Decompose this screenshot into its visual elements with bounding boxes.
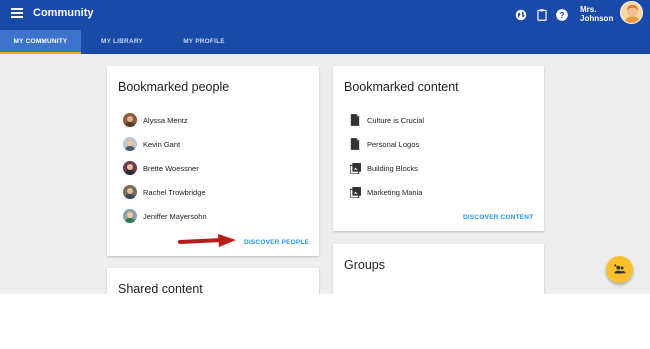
svg-text:?: ?: [560, 11, 565, 20]
avatar: [123, 113, 137, 127]
bookmarked-people-card: Bookmarked people Alyssa Mentz Kevin Gan…: [107, 66, 319, 256]
tab-bar: MY COMMUNITY MY LIBRARY MY PROFILE: [0, 30, 650, 54]
person-row[interactable]: Alyssa Mentz: [123, 111, 188, 129]
document-icon: [349, 113, 361, 127]
content-name: Building Blocks: [367, 163, 418, 173]
globe-icon[interactable]: [514, 8, 528, 22]
person-row[interactable]: Kevin Gant: [123, 135, 180, 153]
avatar: [123, 185, 137, 199]
content-name: Personal Logos: [367, 139, 420, 149]
content-row[interactable]: Building Blocks: [349, 159, 418, 177]
discover-content-link[interactable]: DISCOVER CONTENT: [463, 214, 533, 221]
user-name[interactable]: Mrs. Johnson: [580, 5, 613, 23]
image-collection-icon: [349, 185, 361, 199]
person-name: Alyssa Mentz: [143, 115, 188, 125]
person-row[interactable]: Jeniffer Mayersohn: [123, 207, 207, 225]
document-icon: [349, 137, 361, 151]
person-name: Kevin Gant: [143, 139, 181, 149]
arrow-annotation: [178, 234, 236, 247]
content-row[interactable]: Culture is Crucial: [349, 111, 424, 129]
avatar: [123, 137, 137, 151]
content-name: Culture is Crucial: [367, 115, 425, 125]
content-row[interactable]: Personal Logos: [349, 135, 419, 153]
discover-people-link[interactable]: DISCOVER PEOPLE: [244, 239, 309, 246]
content-row[interactable]: Marketing Mania: [349, 183, 422, 201]
bookmarked-content-card: Bookmarked content Culture is Crucial Pe…: [333, 66, 544, 231]
bookmarked-content-title: Bookmarked content: [344, 80, 459, 94]
tab-my-profile[interactable]: MY PROFILE: [168, 30, 240, 54]
person-name: Brette Woessner: [143, 163, 199, 173]
help-icon[interactable]: ?: [555, 8, 569, 22]
groups-card: Groups: [333, 244, 544, 294]
groups-title: Groups: [344, 258, 385, 272]
menu-icon[interactable]: [11, 8, 23, 20]
content-name: Marketing Mania: [367, 187, 423, 197]
person-row[interactable]: Rachel Trowbridge: [123, 183, 206, 201]
user-avatar[interactable]: [620, 1, 643, 24]
avatar: [123, 209, 137, 223]
top-app-bar: Community ? Mrs. Johnson: [0, 0, 650, 30]
person-row[interactable]: Brette Woessner: [123, 159, 199, 177]
person-name: Jeniffer Mayersohn: [143, 211, 207, 221]
shared-content-card: Shared content: [107, 268, 319, 294]
community-app: Community ? Mrs. Johnson MY COMMUNITY MY…: [0, 0, 650, 294]
bookmarked-people-title: Bookmarked people: [118, 80, 230, 94]
avatar: [123, 161, 137, 175]
add-group-fab[interactable]: [606, 256, 633, 283]
person-name: Rachel Trowbridge: [143, 187, 206, 197]
tab-my-community[interactable]: MY COMMUNITY: [0, 30, 81, 54]
tab-my-library[interactable]: MY LIBRARY: [86, 30, 158, 54]
app-title: Community: [33, 7, 94, 19]
image-collection-icon: [349, 161, 361, 175]
shared-content-title: Shared content: [118, 282, 203, 294]
add-people-icon: [613, 263, 626, 273]
clipboard-icon[interactable]: [535, 8, 549, 22]
